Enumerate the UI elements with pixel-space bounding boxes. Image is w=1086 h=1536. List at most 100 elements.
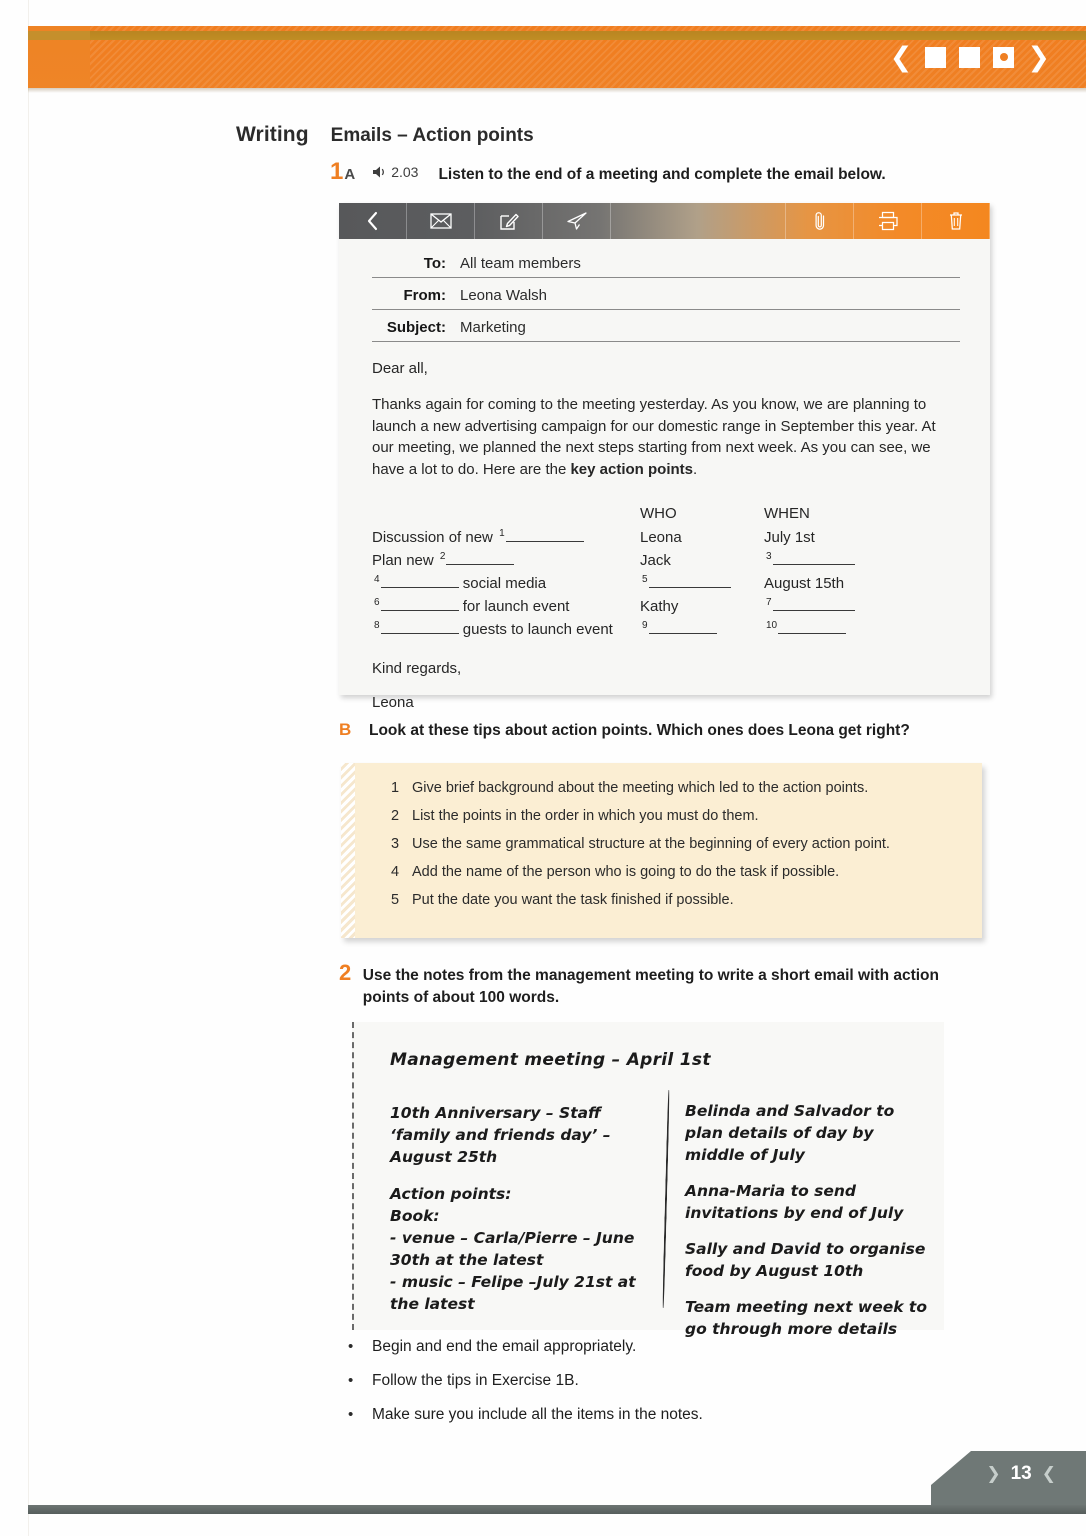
email-paragraph-part2: . xyxy=(693,461,698,478)
chevron-left-icon[interactable]: ❮ xyxy=(890,44,913,71)
notes-left-column: 10th Anniversary – Staff ‘family and fri… xyxy=(390,1102,662,1315)
tip-number: 1 xyxy=(391,780,400,796)
email-toolbar[interactable] xyxy=(339,203,990,239)
exercise-2-header: 2 Use the notes from the management meet… xyxy=(339,962,979,1008)
cell-task: 6 for launch event xyxy=(372,597,640,615)
cell-when: 10 xyxy=(764,620,904,638)
gap-number: 7 xyxy=(766,596,772,608)
cell-who: 9 xyxy=(640,620,764,638)
table-row: 8 guests to launch event 9 10 xyxy=(372,620,960,638)
notes-left-block: 10th Anniversary – Staff ‘family and fri… xyxy=(390,1104,611,1166)
page-title: Writing Emails – Action points xyxy=(236,123,534,147)
notes-torn-edge xyxy=(352,1022,354,1330)
task-text-before: Plan new xyxy=(372,551,438,569)
gap-number: 5 xyxy=(642,573,648,585)
exercise-letter: A xyxy=(344,166,356,183)
answer-blank[interactable] xyxy=(648,632,717,634)
cell-who: Jack xyxy=(640,551,671,569)
back-icon[interactable] xyxy=(339,203,407,239)
compose-icon[interactable] xyxy=(475,203,543,239)
bullet-text: Make sure you include all the items in t… xyxy=(372,1406,703,1423)
answer-blank[interactable] xyxy=(380,632,459,634)
header-navigation[interactable]: ❮ ❯ xyxy=(890,26,1050,88)
list-item: 4 Add the name of the person who is goin… xyxy=(391,864,958,880)
page-header-band: ❮ ❯ xyxy=(28,26,1086,88)
answer-blank[interactable] xyxy=(772,609,855,611)
speaker-icon xyxy=(372,165,389,179)
notes-title: Management meeting – April 1st xyxy=(390,1050,711,1070)
square-blank-icon-2[interactable] xyxy=(959,46,981,68)
toolbar-spacer xyxy=(611,203,786,239)
answer-blank[interactable] xyxy=(772,563,855,565)
exercise-1b-instruction: Look at these tips about action points. … xyxy=(369,722,910,739)
answer-blank[interactable] xyxy=(446,563,515,565)
trash-icon[interactable] xyxy=(922,203,990,239)
cell-when: July 1st xyxy=(764,528,815,546)
square-blank-icon-1[interactable] xyxy=(925,46,947,68)
section-skill: Writing xyxy=(236,123,309,146)
list-item: 1 Give brief background about the meetin… xyxy=(391,780,958,796)
paperclip-icon[interactable] xyxy=(786,203,854,239)
answer-blank[interactable] xyxy=(380,586,459,588)
table-row: Discussion of new 1 Leona July 1st xyxy=(372,528,960,546)
cell-who: Leona xyxy=(640,528,682,546)
table-row: Plan new 2 Jack 3 xyxy=(372,551,960,569)
square-dot-icon[interactable] xyxy=(993,46,1015,68)
cell-when: August 15th xyxy=(764,574,845,592)
email-mockup: To: All team members From: Leona Walsh S… xyxy=(339,203,990,711)
header-left-fold xyxy=(28,26,90,88)
gap-number: 2 xyxy=(439,550,446,562)
cell-task: 8 guests to launch event xyxy=(372,620,640,638)
gap-number: 10 xyxy=(766,619,778,631)
exercise-number: 1 xyxy=(330,158,344,185)
field-label: Subject: xyxy=(386,319,446,336)
tip-number: 2 xyxy=(391,808,400,824)
handwritten-notes-panel: Management meeting – April 1st 10th Anni… xyxy=(352,1022,944,1338)
exercise-1b-header: B Look at these tips about action points… xyxy=(339,720,910,740)
email-signature: Leona xyxy=(372,693,414,711)
list-item: 2 List the points in the order in which … xyxy=(391,808,958,824)
email-closing: Kind regards, xyxy=(372,659,462,677)
email-field-to[interactable]: To: All team members xyxy=(372,255,960,278)
email-body: To: All team members From: Leona Walsh S… xyxy=(339,239,990,711)
bullet-icon: • xyxy=(348,1406,354,1423)
tip-text: List the points in the order in which yo… xyxy=(412,808,759,824)
col-who-header: WHO xyxy=(640,504,677,522)
cell-task: 4 social media xyxy=(372,574,640,592)
page-spine-line xyxy=(28,0,29,1536)
action-points-table: WHO WHEN Discussion of new 1 Leona July … xyxy=(372,505,960,638)
cell-task: Discussion of new 1 xyxy=(372,528,640,546)
answer-blank[interactable] xyxy=(505,540,584,542)
tips-list: 1 Give brief background about the meetin… xyxy=(341,763,982,908)
tip-text: Put the date you want the task finished … xyxy=(412,892,734,908)
notes-right-block: Belinda and Salvador to plan details of … xyxy=(685,1102,895,1164)
gap-number: 3 xyxy=(766,550,772,562)
col-task-header xyxy=(372,505,640,522)
exercise-1a-instruction: Listen to the end of a meeting and compl… xyxy=(438,166,886,183)
chevron-left-icon: ❮ xyxy=(1041,1464,1056,1484)
audio-track-number: 2.03 xyxy=(391,164,419,180)
chevron-right-icon: ❯ xyxy=(986,1464,1001,1484)
notes-right-block: Anna-Maria to send invitations by end of… xyxy=(685,1182,904,1222)
field-label: From: xyxy=(403,287,447,304)
gap-number: 9 xyxy=(642,619,648,631)
exercise-number: 2 xyxy=(339,960,352,985)
bullet-text: Begin and end the email appropriately. xyxy=(372,1338,637,1355)
answer-blank[interactable] xyxy=(648,586,731,588)
email-field-from[interactable]: From: Leona Walsh xyxy=(372,287,960,310)
tip-text: Add the name of the person who is going … xyxy=(412,864,840,880)
chevron-right-icon[interactable]: ❯ xyxy=(1027,44,1050,71)
list-item: • Follow the tips in Exercise 1B. xyxy=(348,1372,968,1390)
print-icon[interactable] xyxy=(854,203,922,239)
answer-blank[interactable] xyxy=(778,632,847,634)
page-number-group: ❯ 13 ❮ xyxy=(986,1463,1056,1485)
tip-number: 3 xyxy=(391,836,400,852)
tips-box: 1 Give brief background about the meetin… xyxy=(341,763,982,938)
orange-dot xyxy=(999,53,1008,61)
envelope-icon[interactable] xyxy=(407,203,475,239)
send-icon[interactable] xyxy=(543,203,611,239)
answer-blank[interactable] xyxy=(380,609,459,611)
audio-track-ref[interactable]: 2.03 xyxy=(372,164,418,180)
email-field-subject[interactable]: Subject: Marketing xyxy=(372,319,960,342)
gap-number: 1 xyxy=(499,527,505,539)
